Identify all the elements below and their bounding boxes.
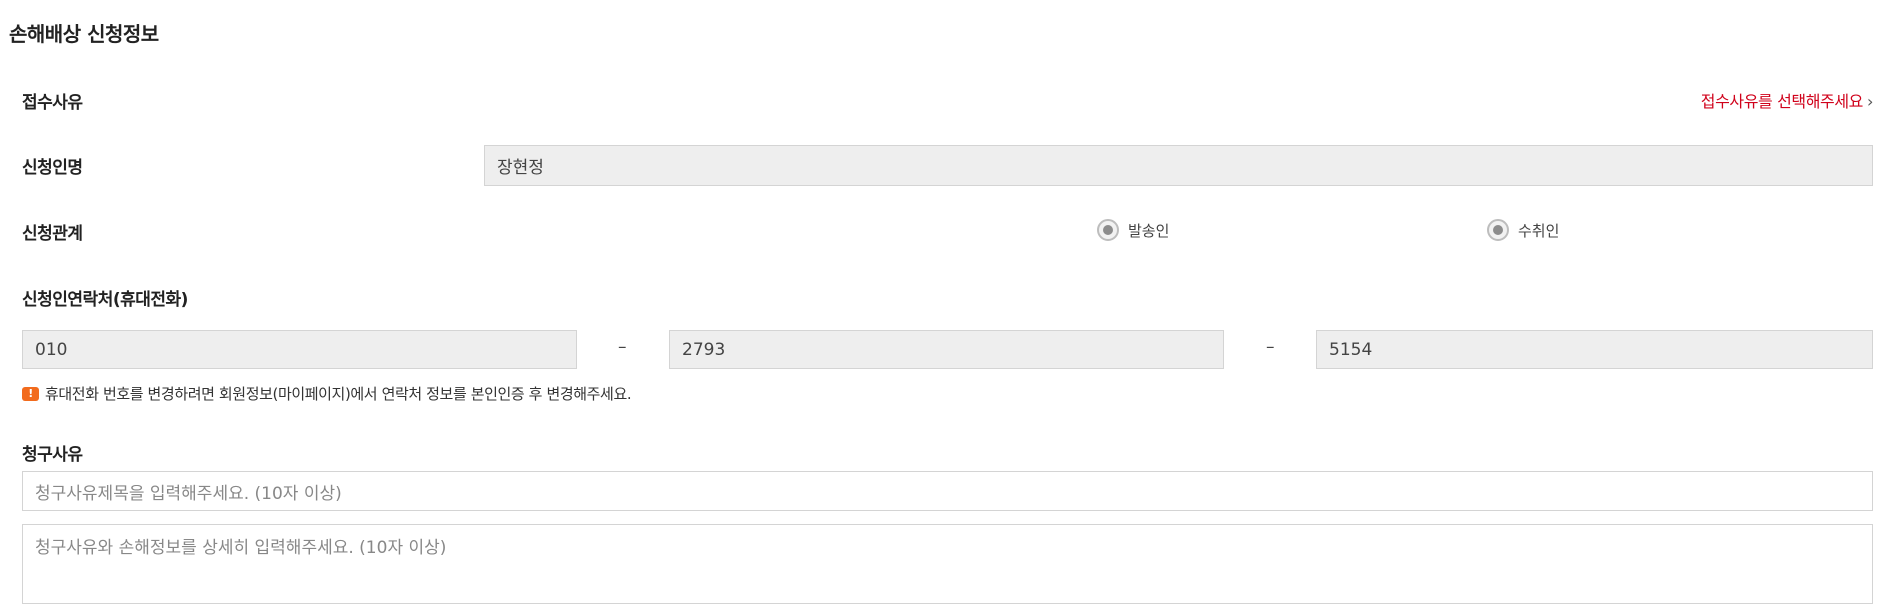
phone-part2-field[interactable]: 2793 <box>669 330 1224 369</box>
applicant-name-value: 장현정 <box>497 158 544 178</box>
relation-option-label: 발송인 <box>1128 221 1170 240</box>
claim-title-input[interactable]: 청구사유제목을 입력해주세요. (10자 이상) <box>22 471 1873 511</box>
applicant-name-label: 신청인명 <box>22 158 83 178</box>
claim-title-placeholder: 청구사유제목을 입력해주세요. (10자 이상) <box>35 483 342 504</box>
radio-button[interactable] <box>1487 219 1509 241</box>
phone-notice: ! 휴대전화 번호를 변경하려면 회원정보(마이페이지)에서 연락처 정보를 본… <box>22 383 632 404</box>
phone-part2-value: 2793 <box>682 339 726 360</box>
section-title: 손해배상 신청정보 <box>9 22 159 46</box>
relation-option-sender[interactable]: 발송인 <box>1097 219 1169 241</box>
radio-button[interactable] <box>1097 219 1119 241</box>
warning-icon: ! <box>22 386 39 401</box>
relation-option-receiver[interactable]: 수취인 <box>1487 219 1559 241</box>
phone-notice-text: 휴대전화 번호를 변경하려면 회원정보(마이페이지)에서 연락처 정보를 본인인… <box>45 385 632 403</box>
phone-part3-value: 5154 <box>1329 339 1373 360</box>
reason-select-link[interactable]: 접수사유를 선택해주세요 › <box>1700 88 1874 112</box>
reason-select-text: 접수사유를 선택해주세요 <box>1700 92 1864 111</box>
claim-label: 청구사유 <box>22 445 83 465</box>
phone-part1-field[interactable]: 010 <box>22 330 577 369</box>
phone-separator: – <box>618 337 627 357</box>
chevron-right-icon: › <box>1867 92 1873 111</box>
claim-detail-textarea[interactable]: 청구사유와 손해정보를 상세히 입력해주세요. (10자 이상) <box>22 524 1873 604</box>
reason-label: 접수사유 <box>22 93 83 113</box>
relation-option-label: 수취인 <box>1518 221 1560 240</box>
radio-dot-icon <box>1493 225 1503 235</box>
phone-part1-value: 010 <box>35 339 68 360</box>
phone-part3-field[interactable]: 5154 <box>1316 330 1873 369</box>
claim-detail-placeholder: 청구사유와 손해정보를 상세히 입력해주세요. (10자 이상) <box>35 538 447 558</box>
phone-separator: – <box>1266 337 1275 357</box>
relation-label: 신청관계 <box>22 224 83 244</box>
radio-dot-icon <box>1103 225 1113 235</box>
applicant-name-field[interactable]: 장현정 <box>484 145 1873 186</box>
phone-label: 신청인연락처(휴대전화) <box>22 290 188 310</box>
